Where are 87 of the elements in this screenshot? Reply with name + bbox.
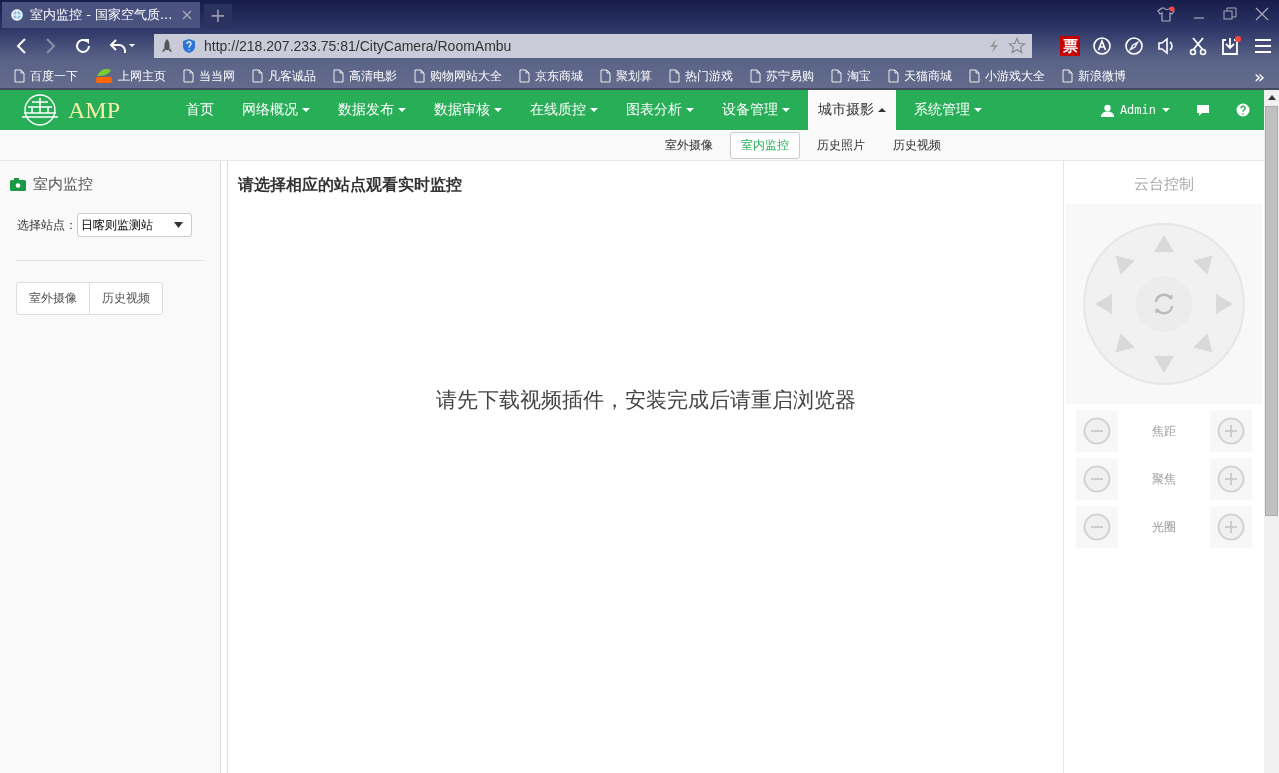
- bookmark-link[interactable]: 热门游戏: [669, 67, 733, 85]
- sidebar-button[interactable]: 历史视频: [89, 282, 163, 315]
- user-menu[interactable]: Admin: [1100, 103, 1170, 117]
- page-icon: [669, 69, 680, 83]
- bookmark-link[interactable]: 购物网站大全: [414, 67, 502, 85]
- page-icon: [14, 69, 25, 83]
- nav-menu-item[interactable]: 网络概况: [232, 90, 320, 130]
- bookmark-link[interactable]: 凡客诚品: [252, 67, 316, 85]
- bookmark-link[interactable]: 百度一下: [14, 67, 78, 85]
- globe-icon: [10, 8, 24, 22]
- page-icon: [414, 69, 425, 83]
- subnav-tab[interactable]: 室外摄像: [654, 131, 724, 159]
- reload-icon[interactable]: [74, 37, 92, 55]
- ptz-label: 聚焦: [1152, 470, 1176, 488]
- subnav-tab[interactable]: 历史照片: [806, 131, 876, 159]
- subnav-tab[interactable]: 室内监控: [730, 131, 800, 159]
- page-icon: [600, 69, 611, 83]
- scrollbar[interactable]: [1264, 90, 1279, 773]
- shirt-icon[interactable]: [1157, 6, 1175, 22]
- bookmark-link[interactable]: 高清电影: [333, 67, 397, 85]
- bookmark-link[interactable]: 上网主页: [95, 67, 166, 85]
- star-icon[interactable]: [1008, 37, 1026, 55]
- user-icon: [1100, 103, 1114, 117]
- new-tab-button[interactable]: +: [204, 4, 232, 28]
- back-icon[interactable]: [14, 37, 28, 55]
- lightning-icon[interactable]: [988, 38, 1000, 54]
- download-icon[interactable]: [1220, 35, 1242, 57]
- bookmark-link[interactable]: 小游戏大全: [969, 67, 1045, 85]
- nav-menu-item[interactable]: 首页: [176, 90, 224, 130]
- font-icon[interactable]: [1092, 36, 1112, 56]
- camera-icon: [10, 178, 26, 191]
- bookmark-link[interactable]: 苏宁易购: [750, 67, 814, 85]
- ticket-button[interactable]: 票: [1060, 36, 1080, 56]
- station-label: 选择站点：: [17, 216, 77, 234]
- nav-menu-item[interactable]: 在线质控: [520, 90, 608, 130]
- page-icon: [1062, 69, 1073, 83]
- tab-title: 室内监控 - 国家空气质...: [30, 6, 174, 24]
- nav-menu-item[interactable]: 数据审核: [424, 90, 512, 130]
- close-icon[interactable]: [182, 10, 192, 20]
- sidebar-button[interactable]: 室外摄像: [16, 282, 90, 315]
- rocket-icon: [160, 38, 174, 54]
- sidebar-title: 室内监控: [33, 175, 93, 194]
- ptz-label: 焦距: [1152, 422, 1176, 440]
- page-icon: [969, 69, 980, 83]
- nav-menu-item[interactable]: 设备管理: [712, 90, 800, 130]
- compass-icon[interactable]: [1124, 36, 1144, 56]
- help-icon[interactable]: [1236, 103, 1250, 117]
- bookmark-link[interactable]: 新浪微博: [1062, 67, 1126, 85]
- ptz-title: 云台控制: [1134, 174, 1194, 195]
- menu-icon[interactable]: [1254, 38, 1272, 54]
- bookmark-link[interactable]: 聚划算: [600, 67, 652, 85]
- url-text: http://218.207.233.75:81/CityCamera/RoomAmbu: [204, 38, 512, 54]
- page-icon: [888, 69, 899, 83]
- shield-icon: [182, 38, 196, 54]
- page-icon: [750, 69, 761, 83]
- browser-tab[interactable]: 室内监控 - 国家空气质...: [2, 2, 200, 28]
- logo-text: AMP: [68, 96, 121, 124]
- dropdown-arrow-icon: [174, 222, 183, 228]
- scissors-icon[interactable]: [1188, 36, 1208, 56]
- bookmark-link[interactable]: 当当网: [183, 67, 235, 85]
- bookmark-link[interactable]: 天猫商城: [888, 67, 952, 85]
- close-icon[interactable]: [1255, 7, 1269, 21]
- caret-icon: [1162, 108, 1170, 112]
- nav-menu-item[interactable]: 城市摄影: [808, 90, 896, 130]
- bookmark-link[interactable]: 淘宝: [831, 67, 871, 85]
- nav-menu-item[interactable]: 图表分析: [616, 90, 704, 130]
- page-icon: [252, 69, 263, 83]
- main-heading: 请选择相应的站点观看实时监控: [238, 175, 463, 195]
- address-bar[interactable]: http://218.207.233.75:81/CityCamera/RoomAmbu: [154, 34, 1032, 58]
- page-icon: [519, 69, 530, 83]
- chat-icon[interactable]: [1196, 103, 1210, 117]
- nav-menu-item[interactable]: 数据发布: [328, 90, 416, 130]
- station-select[interactable]: 日喀则监测站: [77, 213, 192, 237]
- undo-icon[interactable]: [108, 37, 136, 55]
- restore-icon[interactable]: [1223, 7, 1237, 21]
- ptz-label: 光圈: [1152, 518, 1176, 536]
- plugin-message: 请先下载视频插件，安装完成后请重启浏览器: [434, 387, 857, 414]
- bookmark-link[interactable]: 京东商城: [519, 67, 583, 85]
- page-icon: [831, 69, 842, 83]
- subnav-tab[interactable]: 历史视频: [882, 131, 952, 159]
- more-bookmarks-button[interactable]: »: [1254, 65, 1265, 87]
- nav-menu-item[interactable]: 系统管理: [904, 90, 992, 130]
- speaker-icon[interactable]: [1156, 36, 1176, 56]
- logo-icon: [95, 68, 113, 84]
- forward-icon: [44, 37, 58, 55]
- page-icon: [183, 69, 194, 83]
- page-icon: [333, 69, 344, 83]
